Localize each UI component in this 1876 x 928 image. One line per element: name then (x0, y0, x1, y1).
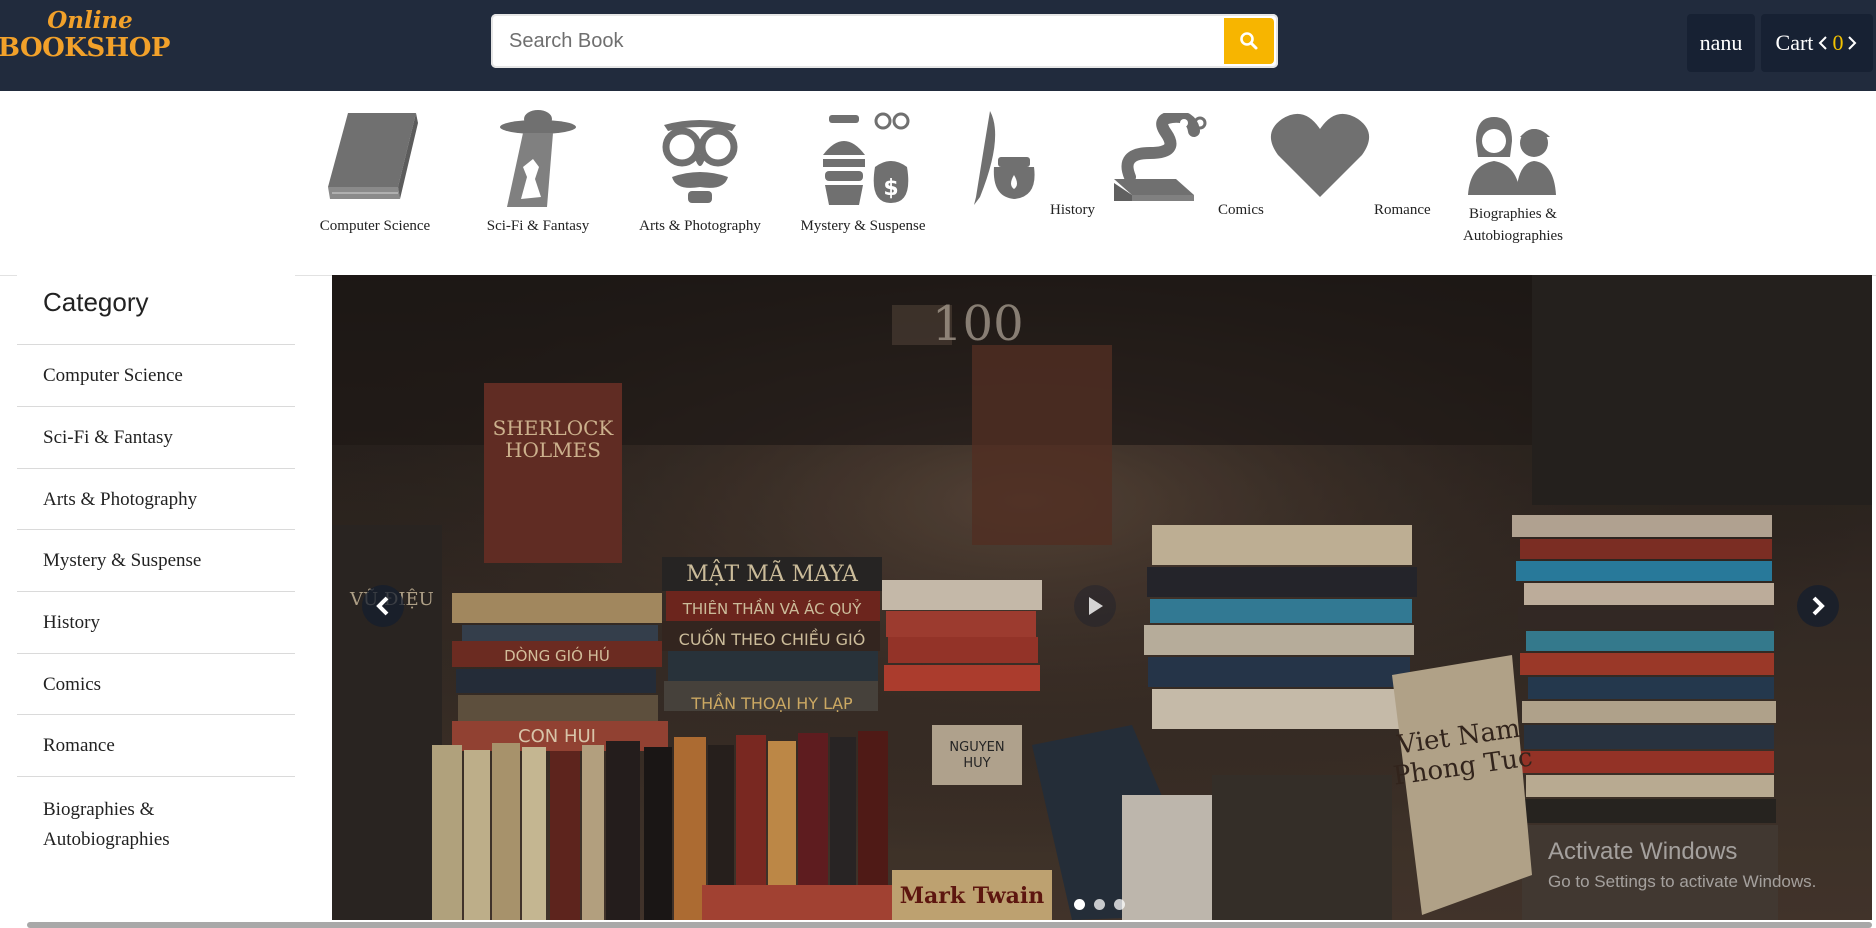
sidebar-item-comics[interactable]: Comics (17, 653, 295, 715)
quill-ink-icon (974, 111, 1035, 205)
sidebar-item-label: History (43, 612, 100, 633)
cart-label: Cart (1775, 30, 1814, 55)
horizontal-scrollbar[interactable] (27, 922, 1872, 928)
sidebar-item-label: Sci-Fi & Fantasy (43, 427, 173, 448)
category-label: Computer Science (319, 218, 431, 234)
sidebar-item-romance[interactable]: Romance (17, 714, 295, 777)
top-navbar: Online BOOKSHOP nanu Cart 0 (0, 0, 1876, 91)
play-icon (1089, 597, 1103, 615)
sidebar-item-mystery-suspense[interactable]: Mystery & Suspense (17, 529, 295, 592)
category-sidebar: Category Computer Science Sci-Fi & Fanta… (17, 275, 295, 928)
logo-line-2: BOOKSHOP (0, 33, 170, 63)
user-menu-button[interactable]: nanu (1687, 14, 1755, 72)
sidebar-title: Category (43, 287, 149, 317)
category-mystery-suspense[interactable]: $ Mystery & Suspense (793, 111, 933, 237)
sidebar-item-label: Computer Science (43, 365, 183, 386)
category-label: Arts & Photography (639, 218, 761, 234)
chevron-right-icon (1812, 596, 1825, 616)
carousel-indicator-3[interactable] (1114, 899, 1125, 910)
carousel-indicator-1[interactable] (1074, 899, 1085, 910)
sidebar-item-label: Mystery & Suspense (43, 550, 202, 571)
sidebar-item-label: Romance (43, 735, 115, 756)
category-sci-fi-fantasy[interactable]: Sci-Fi & Fantasy (473, 107, 603, 237)
sidebar-item-label: Biographies & Autobiographies (43, 799, 170, 850)
cart-count: 0 (1832, 30, 1844, 55)
chevron-left-icon (376, 596, 389, 616)
sidebar-item-history[interactable]: History (17, 591, 295, 654)
hero-carousel[interactable]: SHERLOCK HOLMES VŨ ĐIỆU MẬT MÃ MAYA THIÊ… (332, 275, 1872, 920)
category-label: Comics (1218, 202, 1264, 218)
sidebar-item-label: Arts & Photography (43, 489, 198, 510)
category-computer-science[interactable]: Computer Science (310, 109, 440, 237)
chevron-right-icon (1848, 36, 1857, 50)
category-icon-bar: Computer Science Sci-Fi & Fantasy Arts &… (0, 91, 1876, 276)
disguise-glasses-icon (662, 120, 738, 203)
windows-activation-subtitle: Go to Settings to activate Windows. (1548, 872, 1817, 891)
thief-icon: $ (823, 112, 910, 205)
site-logo[interactable]: Online BOOKSHOP (0, 8, 170, 68)
sidebar-item-biographies-autobiographies[interactable]: Biographies & Autobiographies (17, 776, 295, 867)
carousel-next-button[interactable] (1797, 585, 1839, 627)
bookworm-icon (1114, 113, 1207, 201)
search-input[interactable] (495, 18, 1229, 64)
carousel-indicator-2[interactable] (1094, 899, 1105, 910)
category-label: Mystery & Suspense (800, 218, 926, 234)
sidebar-item-arts-photography[interactable]: Arts & Photography (17, 468, 295, 530)
ufo-icon (500, 110, 576, 207)
chevron-left-icon (1819, 36, 1828, 50)
heart-icon (1270, 113, 1370, 197)
category-biographies-autobiographies[interactable]: Biographies & Autobiographies (1448, 111, 1578, 247)
carousel-prev-button[interactable] (362, 585, 404, 627)
category-label: History (1050, 202, 1095, 218)
svg-text:$: $ (883, 176, 898, 201)
book-icon (328, 113, 418, 199)
windows-activation-title: Activate Windows (1548, 838, 1738, 865)
sidebar-item-sci-fi-fantasy[interactable]: Sci-Fi & Fantasy (17, 406, 295, 469)
sidebar-item-label: Comics (43, 674, 102, 695)
cart-button[interactable]: Cart 0 (1761, 14, 1873, 72)
sidebar-item-computer-science[interactable]: Computer Science (17, 344, 295, 407)
search-bar (491, 14, 1278, 68)
search-button[interactable] (1224, 18, 1274, 64)
category-label: Sci-Fi & Fantasy (486, 218, 590, 234)
people-icon (1468, 117, 1556, 195)
category-arts-photography[interactable]: Arts & Photography (630, 111, 770, 237)
category-label: Biographies & Autobiographies (1463, 206, 1563, 244)
search-icon (1240, 32, 1258, 50)
category-label: Romance (1374, 202, 1431, 218)
logo-line-1: Online (47, 7, 133, 34)
carousel-play-button[interactable] (1074, 585, 1116, 627)
